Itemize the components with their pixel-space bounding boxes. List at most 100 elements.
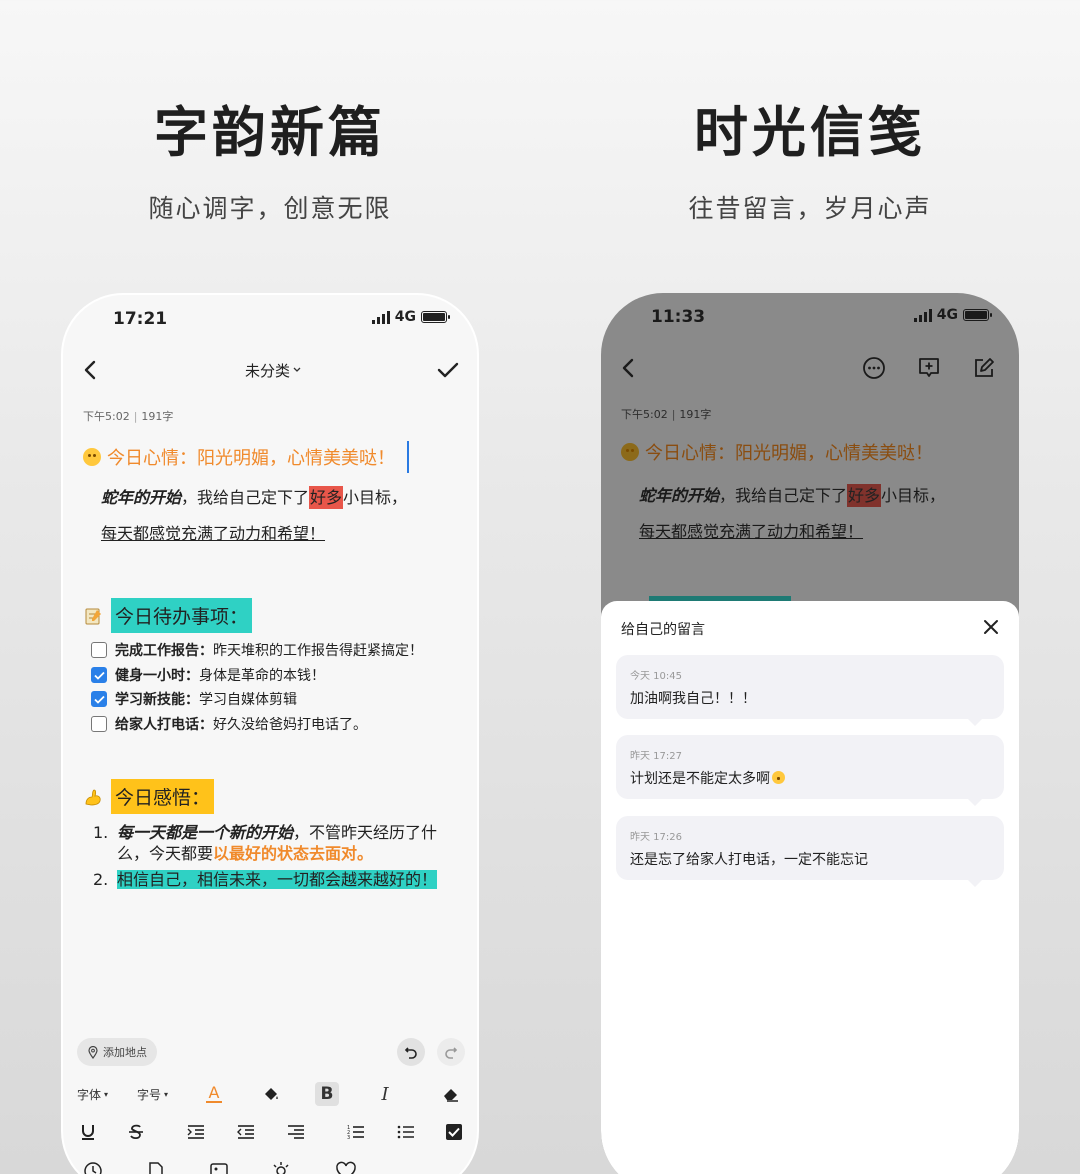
word-count: 191字 [141, 410, 174, 423]
todo-section-title[interactable]: 今日待办事项： [83, 598, 253, 633]
todo-item[interactable]: 健身一小时：身体是革命的本钱！ [91, 665, 325, 685]
checkbox-checked[interactable] [91, 667, 107, 683]
note-line-2: 蛇年的开始，我给自己定下了好多小目标， [639, 482, 945, 507]
text-color-button[interactable]: A [203, 1085, 225, 1103]
undo-button[interactable] [397, 1038, 425, 1066]
note-meta: 下午5:02 | 191字 [621, 408, 712, 421]
italic-icon: I [381, 1083, 389, 1105]
add-location-button[interactable]: 添加地点 [77, 1038, 157, 1066]
more-button[interactable] [859, 353, 889, 383]
line2-text-b: 小目标， [343, 488, 408, 507]
checkbox-unchecked[interactable] [91, 716, 107, 732]
document-icon[interactable] [147, 1161, 165, 1174]
message-text: 计划还是不能定太多啊 [630, 771, 770, 787]
location-label: 添加地点 [103, 1046, 147, 1059]
note-meta: 下午5:02 | 191字 [83, 410, 174, 423]
message-card[interactable]: 昨天 17:26 还是忘了给家人打电话，一定不能忘记 [616, 816, 1004, 887]
todo-item[interactable]: 完成工作报告：昨天堆积的工作报告得赶紧搞定！ [91, 640, 423, 660]
red-highlight-text: 好多 [847, 484, 882, 507]
strikethrough-icon [129, 1124, 143, 1140]
insight-section-title[interactable]: 今日感悟： [83, 779, 215, 814]
italic-bold-text: 每一天都是一个新的开始 [117, 823, 294, 842]
left-headline-subtitle: 随心调字，创意无限 [148, 194, 392, 223]
status-time: 17:21 [113, 309, 168, 329]
mood-line[interactable]: 今日心情：阳光明媚，心情美美哒！ [83, 441, 409, 473]
battery-icon [963, 309, 992, 321]
network-label: 4G [936, 307, 958, 323]
text-color-icon: A [208, 1083, 220, 1102]
smile-emoji-icon [621, 443, 639, 461]
line2-text-a: ，我给自己定下了 [181, 488, 310, 507]
fill-color-button[interactable] [259, 1085, 283, 1103]
chevron-down-icon [293, 367, 301, 372]
note-nav-bar [601, 353, 1019, 383]
chevron-left-icon [84, 360, 96, 380]
status-bar: 11:33 4G [601, 307, 1019, 329]
bold-button[interactable]: B [315, 1082, 339, 1106]
checkbox-unchecked[interactable] [91, 642, 107, 658]
checkbox-icon [446, 1124, 462, 1140]
line2-text-a: ，我给自己定下了 [719, 486, 848, 505]
todo-bold: 完成工作报告： [115, 643, 213, 659]
check-icon [93, 695, 105, 704]
edit-button[interactable] [969, 353, 999, 383]
bold-icon: B [320, 1084, 334, 1104]
italic-button[interactable]: I [373, 1084, 397, 1105]
todo-text: 学习自媒体剪辑 [199, 692, 297, 708]
insight-item-1[interactable]: 1. 每一天都是一个新的开始，不管昨天经历了什么，今天都要以最好的状态去面对。 [93, 822, 473, 866]
strikethrough-button[interactable] [125, 1123, 147, 1141]
status-bar: 17:21 4G [63, 309, 477, 331]
message-card[interactable]: 昨天 17:27 计划还是不能定太多啊 [616, 735, 1004, 806]
todo-item[interactable]: 学习新技能：学习自媒体剪辑 [91, 689, 297, 709]
list-number: 2. [93, 870, 109, 889]
note-time: 下午5:02 [83, 410, 130, 423]
numbered-list-button[interactable]: 123 [345, 1124, 367, 1140]
back-button[interactable] [77, 355, 103, 385]
todo-item[interactable]: 给家人打电话：好久没给爸妈打电话了。 [91, 714, 367, 734]
insight-item-2[interactable]: 2. 相信自己，相信未来，一切都会越来越好的！ [93, 869, 473, 913]
note-line-3: 每天都感觉充满了动力和希望！ [639, 522, 864, 541]
teal-highlight-text: 相信自己，相信未来，一切都会越来越好的！ [117, 870, 438, 889]
status-time: 11:33 [651, 307, 706, 327]
image-icon[interactable] [209, 1161, 229, 1174]
checkbox-checked[interactable] [91, 691, 107, 707]
format-toolbar-row-2: 123 [63, 1120, 477, 1144]
message-card[interactable]: 今天 10:45 加油啊我自己！！！ [616, 655, 1004, 726]
add-message-button[interactable] [914, 353, 944, 383]
align-right-icon [288, 1125, 304, 1139]
indent-increase-button[interactable] [185, 1124, 207, 1140]
heart-icon[interactable] [335, 1161, 357, 1174]
right-phone-screen: 11:33 4G 下午5:02 | 191字 今日心情：阳光明媚，心情美美哒！ 蛇年… [601, 293, 1019, 1174]
eraser-button[interactable] [439, 1085, 463, 1103]
insert-toolbar-row [63, 1161, 477, 1174]
signal-icon [371, 310, 390, 324]
message-plus-icon [919, 358, 939, 377]
chevron-left-icon [622, 358, 634, 378]
note-line-3[interactable]: 每天都感觉充满了动力和希望！ [101, 520, 325, 544]
bullet-list-button[interactable] [395, 1124, 417, 1140]
indent-decrease-button[interactable] [235, 1124, 257, 1140]
word-count: 191字 [679, 408, 712, 421]
back-button[interactable] [615, 353, 641, 383]
done-button[interactable] [433, 355, 463, 385]
checklist-button[interactable] [443, 1123, 465, 1141]
weather-icon[interactable] [271, 1161, 293, 1174]
font-size-button[interactable]: 字号 ▾ [137, 1086, 168, 1103]
close-button[interactable] [979, 615, 1003, 639]
clock-icon[interactable] [83, 1161, 103, 1174]
signal-icon [913, 308, 932, 322]
note-nav-bar: 未分类 [63, 355, 477, 385]
smile-emoji-icon [83, 448, 101, 466]
right-headline-subtitle: 往昔留言，岁月心声 [688, 194, 932, 223]
font-button[interactable]: 字体 ▾ [77, 1086, 108, 1103]
note-line-2[interactable]: 蛇年的开始，我给自己定下了好多小目标， [101, 484, 408, 509]
paint-bucket-icon [265, 1088, 278, 1100]
align-right-button[interactable] [285, 1124, 307, 1140]
category-selector[interactable]: 未分类 [223, 355, 323, 385]
todo-bold: 学习新技能： [115, 692, 199, 708]
more-dots-icon [863, 357, 885, 379]
underline-button[interactable] [77, 1123, 99, 1141]
todo-text: 昨天堆积的工作报告得赶紧搞定！ [213, 643, 423, 659]
note-time: 下午5:02 [621, 408, 668, 421]
redo-button[interactable] [437, 1038, 465, 1066]
